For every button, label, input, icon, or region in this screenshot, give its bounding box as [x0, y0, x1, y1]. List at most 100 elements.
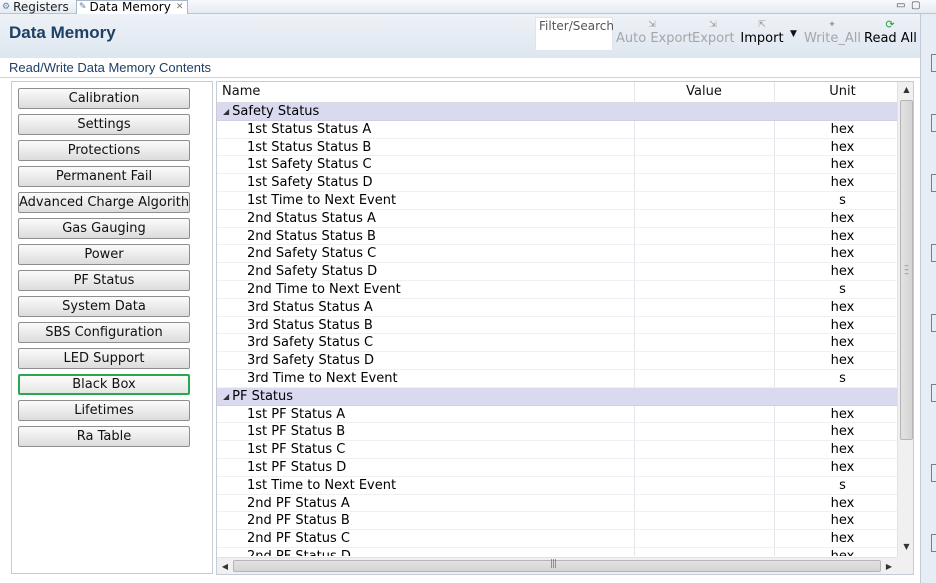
table-row[interactable]: 1st Time to Next Event s: [217, 477, 897, 495]
unit-cell: hex: [830, 495, 855, 511]
row-name-text: 3rd Safety Status D: [247, 353, 375, 369]
row-name-text: 2nd Time to Next Event: [247, 281, 401, 297]
table-row[interactable]: 2nd Time to Next Event s: [217, 281, 897, 299]
tab-data-memory[interactable]: ✎ Data Memory ✕: [76, 0, 188, 14]
unit-cell: hex: [830, 157, 855, 173]
name-cell: 2nd PF Status A: [247, 495, 350, 513]
name-cell: 2nd Safety Status C: [247, 245, 376, 263]
table-row[interactable]: 1st Safety Status C hex: [217, 156, 897, 175]
gas-gauging-button[interactable]: Gas Gauging: [18, 218, 190, 239]
permanent-fail-button[interactable]: Permanent Fail: [18, 166, 190, 187]
scroll-right-icon[interactable]: ▶: [881, 558, 897, 574]
table-row[interactable]: 2nd PF Status D hex: [217, 548, 897, 556]
unit-cell: hex: [830, 335, 855, 351]
column-header-name[interactable]: Name: [222, 84, 260, 99]
row-name-text: 1st Status Status A: [247, 121, 372, 137]
import-icon: ⇱: [758, 20, 766, 30]
group-name-cell: ◢ Safety Status: [223, 103, 319, 122]
table-row[interactable]: 2nd PF Status C hex: [217, 530, 897, 548]
name-cell: 3rd Time to Next Event: [247, 370, 398, 388]
vertical-scroll-thumb[interactable]: – – –: [900, 100, 913, 440]
unit-cell: hex: [830, 210, 855, 226]
scroll-up-icon[interactable]: ▲: [898, 82, 913, 98]
name-cell: 2nd PF Status B: [247, 512, 350, 530]
table-row[interactable]: 3rd Status Status A hex: [217, 299, 897, 317]
read-all-button[interactable]: ⟳ Read All: [864, 19, 917, 53]
export-button[interactable]: ⇲ Export: [692, 19, 735, 53]
led-support-button[interactable]: LED Support: [18, 348, 190, 369]
table-row[interactable]: 3rd Safety Status D hex: [217, 352, 897, 370]
table-row[interactable]: 2nd Safety Status C hex: [217, 245, 897, 264]
horizontal-scrollbar[interactable]: ◀ ||| ▶: [217, 557, 897, 574]
unit-cell: s: [839, 477, 846, 493]
lifetimes-button[interactable]: Lifetimes: [18, 400, 190, 421]
auto-export-button[interactable]: ⇲ Auto Export: [616, 19, 693, 53]
pf-status-button[interactable]: PF Status: [18, 270, 190, 291]
scroll-left-icon[interactable]: ◀: [217, 558, 233, 574]
maximize-icon[interactable]: ▢: [911, 0, 920, 12]
unit-cell: hex: [830, 228, 855, 244]
row-name-text: 1st Time to Next Event: [247, 192, 397, 208]
row-name-text: 3rd Status Status A: [247, 299, 373, 315]
row-name-text: 1st Status Status B: [247, 139, 372, 155]
table-group-row[interactable]: ◢ Safety Status: [217, 103, 897, 121]
protections-button[interactable]: Protections: [18, 140, 190, 161]
minimize-icon[interactable]: ▭: [896, 0, 905, 12]
table-row[interactable]: 1st PF Status C hex: [217, 441, 897, 459]
table-row[interactable]: 1st Safety Status D hex: [217, 174, 897, 192]
write-all-button[interactable]: ✦ Write_All: [804, 19, 861, 53]
panel-edge-mark: [931, 534, 936, 552]
horizontal-scroll-thumb[interactable]: |||: [233, 559, 881, 572]
system-data-button[interactable]: System Data: [18, 296, 190, 317]
power-button[interactable]: Power: [18, 244, 190, 265]
close-icon[interactable]: ✕: [176, 1, 184, 14]
page-title: Data Memory: [9, 23, 116, 42]
expanded-triangle-icon[interactable]: ◢: [223, 107, 229, 116]
import-label: Import: [740, 31, 784, 46]
unit-cell: hex: [830, 442, 855, 458]
row-name-text: 2nd PF Status D: [247, 549, 351, 556]
table-row[interactable]: 3rd Status Status B hex: [217, 317, 897, 335]
name-cell: 1st Time to Next Event: [247, 477, 396, 495]
name-cell: 3rd Status Status B: [247, 317, 373, 335]
table-row[interactable]: 3rd Time to Next Event s: [217, 370, 897, 388]
table-row[interactable]: 2nd PF Status A hex: [217, 495, 897, 513]
table-group-row[interactable]: ◢ PF Status: [217, 387, 897, 406]
table-row[interactable]: 1st Status Status A hex: [217, 121, 897, 139]
unit-cell: hex: [830, 246, 855, 262]
settings-button[interactable]: Settings: [18, 114, 190, 135]
table-row[interactable]: 1st PF Status D hex: [217, 459, 897, 477]
import-dropdown-icon[interactable]: ▼: [790, 29, 797, 39]
expanded-triangle-icon[interactable]: ◢: [223, 392, 229, 401]
black-box-button[interactable]: Black Box: [18, 374, 190, 395]
tab-registers[interactable]: ⚙ Registers: [2, 0, 74, 14]
table-row[interactable]: 1st Time to Next Event s: [217, 192, 897, 210]
category-panel: Calibration Settings Protections Permane…: [11, 81, 213, 574]
table-row[interactable]: 2nd Status Status B hex: [217, 228, 897, 246]
table-row[interactable]: 1st PF Status B hex: [217, 423, 897, 442]
unit-cell: hex: [830, 353, 855, 369]
export-icon: ⇲: [709, 20, 717, 30]
filter-search-input[interactable]: Filter/Search: [535, 17, 614, 51]
scroll-down-icon[interactable]: ▼: [898, 539, 913, 555]
column-header-unit[interactable]: Unit: [774, 84, 911, 99]
table-row[interactable]: 2nd Status Status A hex: [217, 210, 897, 228]
import-button[interactable]: ⇱ Import: [739, 19, 785, 53]
vertical-scrollbar[interactable]: ▲ – – – ▼: [897, 82, 913, 557]
panel-edge-mark: [931, 114, 936, 132]
column-header-value[interactable]: Value: [634, 84, 774, 99]
table-row[interactable]: 2nd PF Status B hex: [217, 512, 897, 531]
panel-edge-mark: [931, 174, 936, 192]
name-cell: 2nd PF Status D: [247, 548, 351, 556]
calibration-button[interactable]: Calibration: [18, 88, 190, 109]
table-row[interactable]: 1st PF Status A hex: [217, 406, 897, 424]
unit-cell: hex: [830, 459, 855, 475]
table-row[interactable]: 3rd Safety Status C hex: [217, 334, 897, 353]
section-header: Read/Write Data Memory Contents: [0, 58, 920, 78]
table-row[interactable]: 2nd Safety Status D hex: [217, 263, 897, 281]
table-row[interactable]: 1st Status Status B hex: [217, 139, 897, 157]
tab-registers-label: Registers: [13, 0, 69, 14]
ra-table-button[interactable]: Ra Table: [18, 426, 190, 447]
advanced-charge-algorithm-button[interactable]: Advanced Charge Algorithm: [18, 192, 190, 213]
sbs-configuration-button[interactable]: SBS Configuration: [18, 322, 190, 343]
